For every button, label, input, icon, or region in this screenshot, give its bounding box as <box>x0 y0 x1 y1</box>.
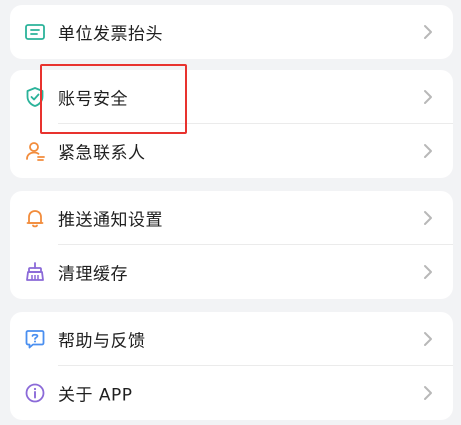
settings-card-system: 推送通知设置 清理缓存 <box>10 191 453 299</box>
contact-person-icon <box>24 140 46 162</box>
settings-item-label: 关于 APP <box>58 385 133 406</box>
settings-item-emergency-contact[interactable]: 紧急联系人 <box>10 124 453 178</box>
settings-item-invoice-title[interactable]: 单位发票抬头 <box>10 5 453 59</box>
chevron-right-icon <box>423 264 433 280</box>
settings-card-account: 账号安全 紧急联系人 <box>10 70 453 178</box>
settings-item-label: 账号安全 <box>58 89 128 110</box>
settings-card-help: 帮助与反馈 关于 APP <box>10 312 453 420</box>
chevron-right-icon <box>423 210 433 226</box>
chevron-right-icon <box>423 89 433 105</box>
settings-item-label: 帮助与反馈 <box>58 331 146 352</box>
broom-icon <box>24 261 46 283</box>
settings-item-label: 单位发票抬头 <box>58 24 163 45</box>
settings-item-clear-cache[interactable]: 清理缓存 <box>10 245 453 299</box>
invoice-ticket-icon <box>24 21 46 43</box>
info-icon <box>24 382 46 404</box>
settings-item-label: 紧急联系人 <box>58 143 146 164</box>
chevron-right-icon <box>423 331 433 347</box>
settings-item-label: 清理缓存 <box>58 264 128 285</box>
settings-item-account-security[interactable]: 账号安全 <box>10 70 453 124</box>
help-question-icon <box>24 328 46 350</box>
chevron-right-icon <box>423 385 433 401</box>
settings-item-push-notification[interactable]: 推送通知设置 <box>10 191 453 245</box>
chevron-right-icon <box>423 143 433 159</box>
settings-item-help-feedback[interactable]: 帮助与反馈 <box>10 312 453 366</box>
settings-item-label: 推送通知设置 <box>58 210 163 231</box>
shield-check-icon <box>24 86 46 108</box>
settings-item-about-app[interactable]: 关于 APP <box>10 366 453 420</box>
bell-icon <box>24 207 46 229</box>
chevron-right-icon <box>423 24 433 40</box>
settings-card-invoice: 单位发票抬头 <box>10 5 453 59</box>
